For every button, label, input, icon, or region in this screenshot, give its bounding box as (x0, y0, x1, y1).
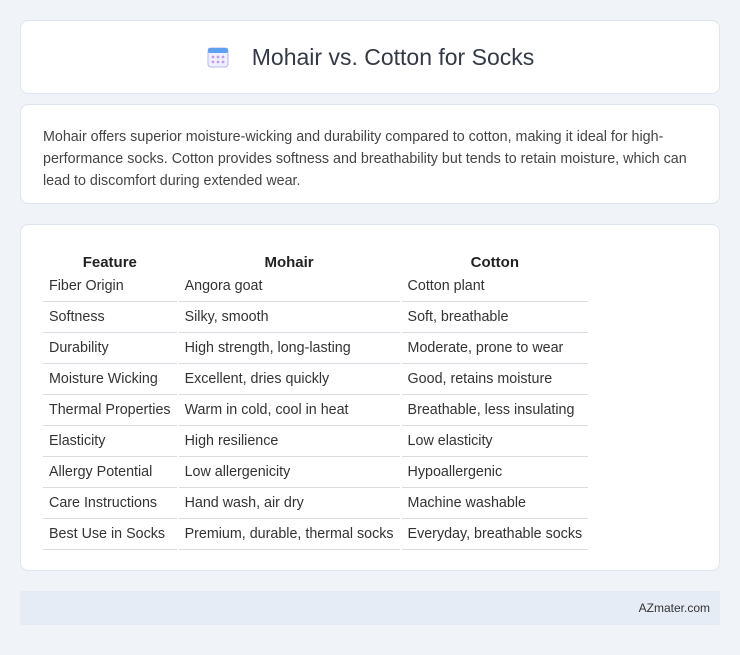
table-header-row: Feature Mohair Cotton (43, 245, 588, 271)
comparison-table: Feature Mohair Cotton Fiber Origin Angor… (41, 245, 590, 550)
mohair-cell: Excellent, dries quickly (178, 364, 400, 395)
footer-brand: AZmater.com (638, 601, 710, 615)
cotton-cell: Good, retains moisture (401, 364, 589, 395)
summary-text: Mohair offers superior moisture-wicking … (43, 129, 687, 189)
mohair-cell: Hand wash, air dry (178, 488, 400, 519)
title-card: Mohair vs. Cotton for Socks (20, 20, 720, 94)
table-row: Thermal Properties Warm in cold, cool in… (43, 395, 589, 426)
cotton-cell: Everyday, breathable socks (401, 519, 589, 550)
table-row: Allergy Potential Low allergenicity Hypo… (43, 457, 589, 488)
table-row: Moisture Wicking Excellent, dries quickl… (43, 364, 589, 395)
calendar-icon (206, 45, 230, 69)
mohair-cell: High strength, long-lasting (178, 333, 400, 364)
table-row: Elasticity High resilience Low elasticit… (43, 426, 589, 457)
table-row: Softness Silky, smooth Soft, breathable (43, 302, 589, 333)
feature-cell: Thermal Properties (43, 395, 177, 426)
table-row: Best Use in Socks Premium, durable, ther… (43, 519, 589, 550)
feature-cell: Best Use in Socks (43, 519, 177, 550)
feature-cell: Allergy Potential (43, 457, 177, 488)
mohair-cell: Low allergenicity (178, 457, 400, 488)
cotton-cell: Cotton plant (401, 271, 589, 302)
cotton-cell: Hypoallergenic (401, 457, 589, 488)
mohair-cell: Warm in cold, cool in heat (178, 395, 400, 426)
comparison-table-card: Feature Mohair Cotton Fiber Origin Angor… (20, 224, 720, 571)
feature-cell: Fiber Origin (43, 271, 177, 302)
feature-cell: Softness (43, 302, 177, 333)
mohair-cell: Silky, smooth (178, 302, 400, 333)
table-row: Durability High strength, long-lasting M… (43, 333, 589, 364)
summary-card: Mohair offers superior moisture-wicking … (20, 104, 720, 204)
footer-bar: AZmater.com (20, 591, 720, 625)
cotton-cell: Machine washable (401, 488, 589, 519)
table-row: Care Instructions Hand wash, air dry Mac… (43, 488, 589, 519)
page-title: Mohair vs. Cotton for Socks (251, 43, 535, 70)
cotton-cell: Low elasticity (401, 426, 589, 457)
feature-cell: Elasticity (43, 426, 177, 457)
mohair-cell: High resilience (178, 426, 400, 457)
table-row: Fiber Origin Angora goat Cotton plant (43, 271, 589, 302)
mohair-cell: Angora goat (178, 271, 400, 302)
cotton-cell: Breathable, less insulating (401, 395, 589, 426)
column-header-mohair: Mohair (264, 254, 314, 271)
cotton-cell: Soft, breathable (401, 302, 589, 333)
cotton-cell: Moderate, prone to wear (401, 333, 589, 364)
column-header-feature: Feature (82, 254, 137, 271)
feature-cell: Moisture Wicking (43, 364, 177, 395)
mohair-cell: Premium, durable, thermal socks (178, 519, 400, 550)
feature-cell: Durability (43, 333, 177, 364)
column-header-cotton: Cotton (470, 254, 519, 271)
feature-cell: Care Instructions (43, 488, 177, 519)
